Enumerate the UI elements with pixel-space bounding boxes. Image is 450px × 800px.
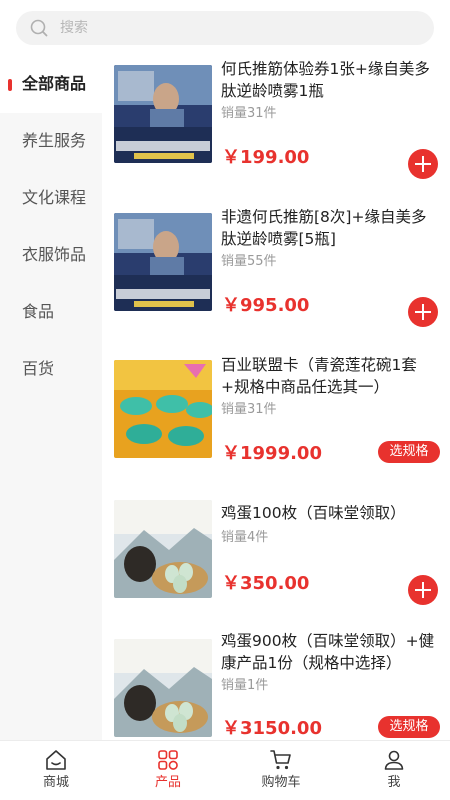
product-image bbox=[114, 639, 212, 737]
product-item[interactable]: 非遗何氏推筋[8次]+缘自美多肽逆龄喷雾[5瓶] 销量55件 ￥995.00 bbox=[102, 204, 450, 352]
nav-label: 购物车 bbox=[261, 775, 301, 790]
product-price: ￥1999.00 bbox=[222, 443, 322, 464]
search-placeholder: 搜索 bbox=[60, 20, 88, 36]
product-image bbox=[114, 500, 212, 598]
product-sales: 销量31件 bbox=[221, 106, 277, 121]
product-name: 何氏推筋体验券1张+缘自美多肽逆龄喷雾1瓶 bbox=[221, 60, 430, 100]
home-icon bbox=[46, 750, 66, 770]
product-sales: 销量1件 bbox=[221, 678, 269, 693]
category-label: 百货 bbox=[22, 359, 55, 378]
product-price: ￥199.00 bbox=[222, 147, 310, 168]
nav-label: 产品 bbox=[154, 775, 181, 790]
category-label: 衣服饰品 bbox=[22, 245, 87, 264]
nav-products[interactable]: 产品 bbox=[112, 741, 224, 800]
product-name: 非遗何氏推筋[8次]+缘自美多肽逆龄喷雾[5瓶] bbox=[221, 208, 427, 248]
category-culture-courses[interactable]: 文化课程 bbox=[0, 170, 102, 227]
product-name: 鸡蛋900枚（百味堂领取）+健康产品1份（规格中选择） bbox=[221, 632, 435, 672]
add-to-cart-button[interactable] bbox=[408, 297, 438, 327]
add-to-cart-button[interactable] bbox=[408, 575, 438, 605]
product-name: 百业联盟卡（青瓷莲花碗1套+规格中商品任选其一） bbox=[221, 356, 417, 396]
category-sidebar: 全部商品 养生服务 文化课程 衣服饰品 食品 百货 bbox=[0, 56, 102, 740]
product-item[interactable]: 何氏推筋体验券1张+缘自美多肽逆龄喷雾1瓶 销量31件 ￥199.00 bbox=[102, 56, 450, 204]
search-icon bbox=[30, 19, 48, 37]
product-image bbox=[114, 360, 212, 458]
grid-icon bbox=[158, 750, 178, 770]
nav-label: 商城 bbox=[42, 775, 69, 790]
category-label: 食品 bbox=[22, 302, 55, 321]
product-sales: 销量4件 bbox=[221, 530, 269, 545]
category-wellness-services[interactable]: 养生服务 bbox=[0, 113, 102, 170]
nav-me[interactable]: 我 bbox=[338, 741, 450, 800]
select-spec-button[interactable]: 选规格 bbox=[378, 441, 440, 463]
product-item[interactable]: 鸡蛋100枚（百味堂领取） 销量4件 ￥350.00 bbox=[102, 500, 450, 648]
bottom-nav: 商城 产品 购物车 我 bbox=[0, 740, 450, 800]
search-input[interactable]: 搜索 bbox=[16, 11, 434, 45]
category-label: 养生服务 bbox=[22, 131, 87, 150]
nav-mall[interactable]: 商城 bbox=[0, 741, 112, 800]
product-image bbox=[114, 213, 212, 311]
product-price: ￥3150.00 bbox=[222, 718, 322, 739]
product-price: ￥350.00 bbox=[222, 573, 310, 594]
category-all-products[interactable]: 全部商品 bbox=[0, 56, 102, 113]
category-clothing-accessories[interactable]: 衣服饰品 bbox=[0, 227, 102, 284]
nav-label: 我 bbox=[387, 775, 401, 790]
nav-cart[interactable]: 购物车 bbox=[225, 741, 337, 800]
product-item[interactable]: 百业联盟卡（青瓷莲花碗1套+规格中商品任选其一） 销量31件 ￥1999.00 … bbox=[102, 352, 450, 500]
search-bar: 搜索 bbox=[0, 0, 450, 56]
cart-icon bbox=[270, 750, 291, 770]
product-name: 鸡蛋100枚（百味堂领取） bbox=[221, 504, 406, 522]
category-food[interactable]: 食品 bbox=[0, 284, 102, 341]
product-item[interactable]: 鸡蛋900枚（百味堂领取）+健康产品1份（规格中选择） 销量1件 ￥3150.0… bbox=[102, 628, 450, 740]
product-price: ￥995.00 bbox=[222, 295, 310, 316]
user-icon bbox=[384, 750, 404, 770]
active-indicator bbox=[8, 79, 12, 91]
product-list[interactable]: 何氏推筋体验券1张+缘自美多肽逆龄喷雾1瓶 销量31件 ￥199.00 非遗何氏… bbox=[102, 56, 450, 740]
category-general-goods[interactable]: 百货 bbox=[0, 341, 102, 398]
category-label: 文化课程 bbox=[22, 188, 87, 207]
select-spec-button[interactable]: 选规格 bbox=[378, 716, 440, 738]
add-to-cart-button[interactable] bbox=[408, 149, 438, 179]
category-label: 全部商品 bbox=[22, 74, 87, 93]
product-image bbox=[114, 65, 212, 163]
product-sales: 销量31件 bbox=[221, 402, 277, 417]
product-sales: 销量55件 bbox=[221, 254, 277, 269]
